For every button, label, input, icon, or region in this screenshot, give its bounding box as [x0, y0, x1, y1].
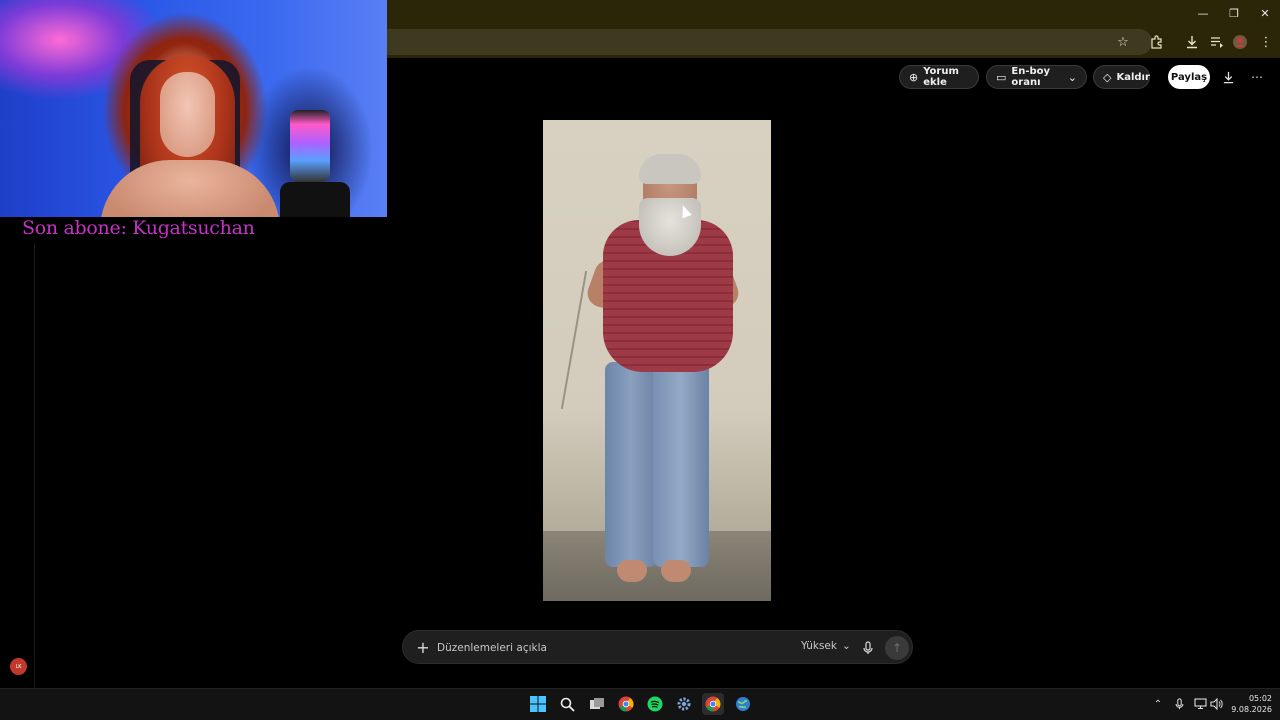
task-view-icon[interactable]: [586, 693, 608, 715]
screen: — ❐ ✕ ☆ ⋮ ⊕ Yorum ekle ▭ En-boy oranı ⌄ …: [0, 0, 1280, 720]
streamer-shoulders: [100, 160, 280, 217]
add-attachment-icon[interactable]: +: [413, 637, 433, 657]
eraser-icon: ◇: [1103, 70, 1112, 84]
media-queue-icon[interactable]: [1207, 32, 1227, 52]
settings-gear-icon[interactable]: [673, 693, 695, 715]
microphone-icon[interactable]: [859, 638, 877, 658]
share-button[interactable]: Paylaş: [1168, 65, 1210, 89]
clock-time: 05:02: [1248, 694, 1272, 703]
streamer-face: [160, 72, 215, 157]
extensions-puzzle-icon[interactable]: [1147, 32, 1167, 52]
aspect-ratio-icon: ▭: [996, 70, 1007, 84]
left-leg: [605, 362, 657, 567]
profile-icon[interactable]: [1230, 32, 1250, 52]
microphone-tray-icon[interactable]: [1171, 696, 1187, 712]
right-leg: [653, 362, 709, 567]
chevron-up-icon[interactable]: ⌃: [1150, 696, 1166, 712]
minimize-icon: —: [1197, 6, 1209, 20]
webcam-overlay: [0, 0, 387, 217]
close-icon: ✕: [1260, 6, 1270, 20]
restore-icon: ❐: [1229, 6, 1239, 20]
gray-hair: [639, 154, 701, 184]
add-circle-icon: ⊕: [909, 70, 919, 84]
download-icon[interactable]: [1182, 32, 1202, 52]
quality-label: Yüksek: [801, 640, 837, 652]
wall-crack: [560, 270, 588, 410]
minimize-button[interactable]: —: [1186, 0, 1220, 26]
avatar-badge[interactable]: LK: [10, 658, 27, 675]
address-bar[interactable]: [387, 29, 1152, 55]
remove-button[interactable]: ◇ Kaldır: [1093, 65, 1150, 89]
chevron-down-icon: ⌄: [1067, 70, 1077, 84]
aspect-ratio-dropdown[interactable]: ▭ En-boy oranı ⌄: [986, 65, 1087, 89]
edited-image[interactable]: [543, 120, 771, 601]
restore-button[interactable]: ❐: [1217, 0, 1251, 26]
latest-subscriber-text: Son abone: Kugatsuchan: [22, 217, 255, 239]
chrome-icon[interactable]: [615, 693, 637, 715]
browser-menu-icon[interactable]: ⋮: [1256, 32, 1276, 52]
microphone-stand: [280, 182, 350, 217]
left-foot: [617, 560, 647, 582]
clock-date: 9.08.2026: [1231, 705, 1272, 714]
browser-titlebar: [387, 0, 1280, 26]
add-comment-label: Yorum ekle: [923, 66, 959, 88]
chevron-down-icon: ⌄: [841, 640, 851, 652]
divider: [34, 243, 35, 688]
aspect-ratio-label: En-boy oranı: [1011, 66, 1051, 88]
spotify-icon[interactable]: [644, 693, 666, 715]
add-comment-button[interactable]: ⊕ Yorum ekle: [899, 65, 979, 89]
system-clock[interactable]: 05:02 9.08.2026: [1226, 693, 1272, 715]
bookmark-star-icon[interactable]: ☆: [1113, 32, 1133, 52]
rgb-microphone: [290, 110, 330, 182]
windows-start-icon[interactable]: [527, 693, 549, 715]
right-foot: [661, 560, 691, 582]
edit-prompt-bar: + Yüksek ⌄ ↑: [402, 630, 913, 664]
globe-app-icon[interactable]: [732, 693, 754, 715]
edit-description-input[interactable]: [437, 637, 787, 659]
download-image-icon[interactable]: [1219, 68, 1237, 86]
remove-label: Kaldır: [1116, 71, 1150, 83]
search-icon[interactable]: [556, 693, 578, 715]
volume-icon[interactable]: [1208, 696, 1224, 712]
send-arrow-icon[interactable]: ↑: [885, 636, 909, 660]
close-window-button[interactable]: ✕: [1248, 0, 1280, 26]
taskbar: [0, 688, 1280, 720]
quality-dropdown[interactable]: Yüksek ⌄: [801, 640, 851, 652]
chrome-active-icon[interactable]: [702, 693, 724, 715]
network-icon[interactable]: [1192, 696, 1208, 712]
more-options-icon[interactable]: ⋯: [1248, 68, 1266, 86]
